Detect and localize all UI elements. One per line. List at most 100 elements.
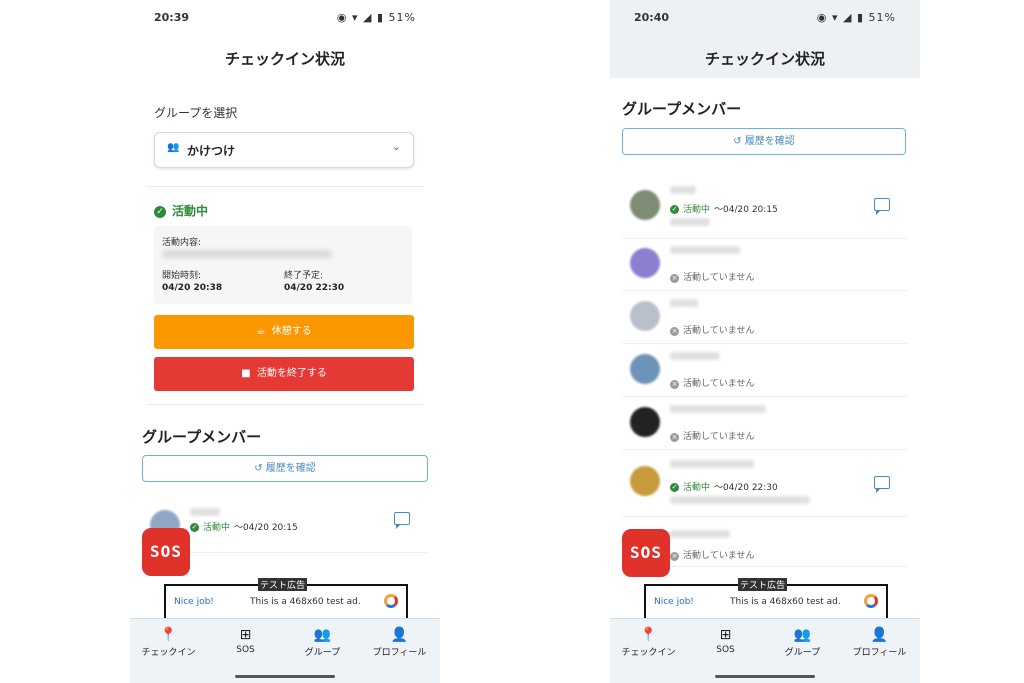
status-bar: 20:39 ◉ ▾ ◢ ▮ 51%	[130, 0, 440, 34]
member-status-text: 活動していません	[683, 379, 755, 389]
nav-label: グループ	[304, 648, 341, 658]
left-phone-screen: 20:39 ◉ ▾ ◢ ▮ 51% チェックイン状況 グループを選択 👥 かけつ…	[130, 0, 440, 683]
members-title: グループメンバー	[142, 428, 262, 446]
test-ad-banner[interactable]: テスト広告 Nice job! This is a 468x60 test ad…	[164, 578, 408, 618]
history-button[interactable]: ↺ 履歴を確認	[142, 455, 428, 482]
home-indicator[interactable]	[715, 675, 815, 678]
member-time: 〜04/20 20:15	[714, 205, 778, 215]
nav-label: SOS	[716, 645, 735, 655]
x-circle-icon: ×	[670, 552, 679, 561]
divider	[146, 404, 424, 405]
nav-group[interactable]: 👥 グループ	[764, 627, 841, 658]
member-time: 〜04/20 20:15	[234, 523, 298, 533]
member-status: × 活動していません	[670, 376, 754, 389]
member-row[interactable]: × 活動していません	[622, 344, 908, 397]
member-name-blurred	[190, 508, 220, 516]
member-row[interactable]: × 活動していません	[622, 397, 908, 450]
page-title: チェックイン状況	[224, 50, 345, 68]
member-name-blurred	[670, 405, 766, 413]
chat-icon[interactable]	[394, 512, 410, 529]
group-icon: 👥	[167, 142, 180, 153]
end-activity-label: 活動を終了する	[256, 368, 327, 379]
content-label: 活動内容:	[162, 238, 202, 248]
nav-group[interactable]: 👥 グループ	[284, 627, 361, 658]
group-icon: 👥	[313, 627, 332, 643]
ad-nice-text: Nice job!	[174, 597, 214, 607]
chat-icon[interactable]	[874, 476, 890, 493]
ad-logo-icon	[864, 594, 878, 608]
nav-profile[interactable]: 👤 プロフィール	[841, 627, 918, 658]
avatar	[630, 248, 660, 278]
member-time: 〜04/20 22:30	[714, 483, 778, 493]
member-status: × 活動していません	[670, 270, 754, 283]
nav-checkin[interactable]: 📍 チェックイン	[130, 627, 207, 658]
blurred-content	[162, 250, 332, 258]
member-status-text: 活動中	[203, 523, 231, 533]
member-status: ✓ 活動中 〜04/20 20:15	[190, 520, 298, 533]
history-button[interactable]: ↺ 履歴を確認	[622, 128, 906, 155]
plus-box-icon: ⊞	[239, 627, 252, 643]
member-name-blurred	[670, 186, 696, 194]
avatar	[630, 354, 660, 384]
x-circle-icon: ×	[670, 274, 679, 283]
member-note-blurred	[670, 496, 810, 504]
active-status-heading: ✓ 活動中	[154, 202, 208, 219]
member-name-blurred	[670, 352, 720, 360]
avatar	[630, 407, 660, 437]
status-time: 20:39	[154, 11, 190, 24]
chat-icon[interactable]	[874, 198, 890, 215]
status-bar: 20:40 ◉ ▾ ◢ ▮ 51%	[610, 0, 920, 34]
member-status: ✓ 活動中 〜04/20 22:30	[670, 480, 778, 493]
break-button-label: 休憩する	[271, 326, 312, 337]
activity-info-box: 活動内容: 開始時刻: 04/20 20:38 終了予定: 04/20 22:3…	[154, 226, 412, 304]
member-row[interactable]: × 活動していません	[622, 291, 908, 344]
nav-sos[interactable]: ⊞ SOS	[687, 627, 764, 655]
bottom-nav: 📍 チェックイン ⊞ SOS 👥 グループ 👤 プロフィール	[130, 618, 440, 683]
status-icons: ◉ ▾ ◢ ▮ 51%	[336, 11, 416, 24]
nav-sos[interactable]: ⊞ SOS	[207, 627, 284, 655]
start-label: 開始時刻:	[162, 271, 202, 281]
home-indicator[interactable]	[235, 675, 335, 678]
nav-profile[interactable]: 👤 プロフィール	[361, 627, 438, 658]
plus-box-icon: ⊞	[719, 627, 732, 643]
nav-label: プロフィール	[852, 648, 907, 658]
end-activity-button[interactable]: ■ 活動を終了する	[154, 357, 414, 391]
member-status-text: 活動していません	[683, 326, 755, 336]
end-label: 終了予定:	[284, 271, 324, 281]
member-status: × 活動していません	[670, 548, 754, 561]
nav-checkin[interactable]: 📍 チェックイン	[610, 627, 687, 658]
page-title: チェックイン状況	[704, 50, 825, 68]
sos-button[interactable]: SOS	[142, 528, 190, 576]
status-time: 20:40	[634, 11, 670, 24]
divider	[146, 186, 424, 187]
check-circle-icon: ✓	[154, 206, 166, 218]
x-circle-icon: ×	[670, 327, 679, 336]
nav-label: プロフィール	[372, 648, 427, 658]
member-row[interactable]: ✓ 活動中 〜04/20 20:15	[622, 180, 908, 239]
bottom-nav: 📍 チェックイン ⊞ SOS 👥 グループ 👤 プロフィール	[610, 618, 920, 683]
end-value: 04/20 22:30	[284, 283, 345, 293]
member-name-blurred	[670, 530, 730, 538]
active-status-text: 活動中	[172, 204, 209, 218]
test-ad-banner[interactable]: テスト広告 Nice job! This is a 468x60 test ad…	[644, 578, 888, 618]
member-status-text: 活動中	[683, 483, 711, 493]
members-title: グループメンバー	[622, 100, 742, 118]
nav-label: チェックイン	[141, 648, 196, 658]
member-row[interactable]: ✓ 活動中 〜04/20 22:30	[622, 450, 908, 517]
member-note-blurred	[670, 218, 710, 226]
break-button[interactable]: ☕ 休憩する	[154, 315, 414, 349]
member-row[interactable]: × 活動していません	[622, 238, 908, 291]
sos-button[interactable]: SOS	[622, 529, 670, 577]
ad-tag: テスト広告	[258, 578, 308, 591]
start-value: 04/20 20:38	[162, 283, 223, 293]
person-icon: 👤	[870, 627, 889, 643]
ad-tag: テスト広告	[738, 578, 788, 591]
member-name-blurred	[670, 246, 740, 254]
member-name-blurred	[670, 299, 698, 307]
history-button-label: 履歴を確認	[265, 463, 316, 474]
right-phone-screen: 20:40 ◉ ▾ ◢ ▮ 51% チェックイン状況 グループメンバー ↺ 履歴…	[610, 0, 920, 683]
nav-label: グループ	[784, 648, 821, 658]
location-pin-icon: 📍	[159, 627, 178, 643]
group-dropdown[interactable]: 👥 かけつけ ⌄	[154, 132, 414, 168]
history-icon: ↺	[733, 136, 742, 147]
